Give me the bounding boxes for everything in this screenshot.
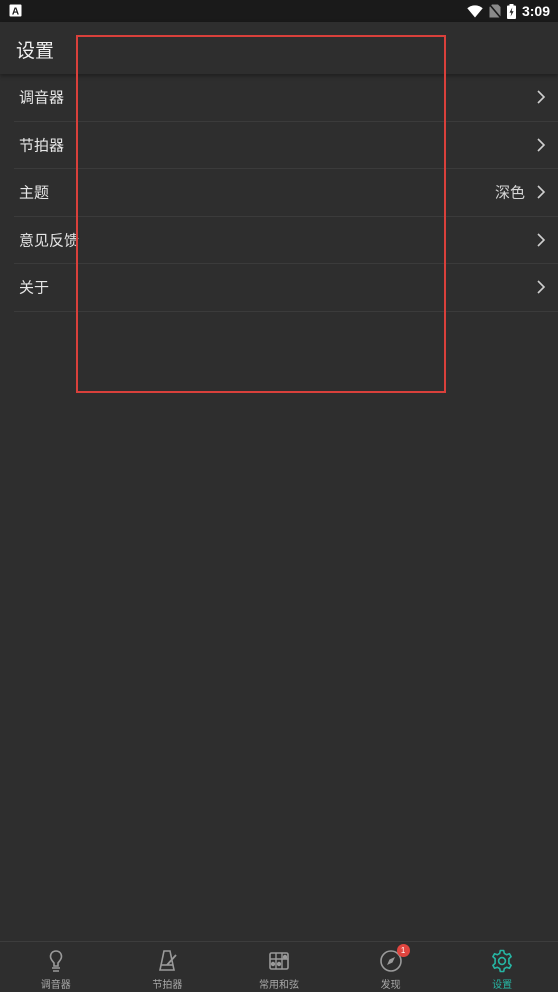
settings-item-label: 主题: [19, 183, 50, 202]
gear-icon: [492, 949, 513, 973]
chevron-right-icon: [537, 90, 546, 104]
wifi-icon: [467, 4, 483, 18]
settings-item-label: 关于: [19, 278, 50, 297]
chevron-right-icon: [537, 280, 546, 294]
nav-label: 节拍器: [152, 980, 183, 991]
chevron-right-icon: [537, 185, 546, 199]
tuner-icon: [49, 950, 63, 972]
nav-label: 调音器: [40, 980, 71, 991]
app-header: 设置: [0, 22, 558, 74]
nav-label: 发现: [380, 980, 401, 991]
settings-item-label: 意见反馈: [19, 231, 80, 250]
settings-item-metronome[interactable]: 节拍器: [14, 122, 558, 169]
settings-item-tuner[interactable]: 调音器: [14, 74, 558, 122]
settings-list: 调音器 节拍器 主题 深色 意见反馈 关于: [0, 74, 558, 312]
nav-item-chords[interactable]: 常用和弦: [223, 942, 335, 992]
nav-item-settings[interactable]: 设置: [446, 942, 558, 992]
chevron-right-icon: [537, 138, 546, 152]
bottom-nav: 调音器 节拍器 常用和弦 1 发现 设置: [0, 941, 558, 992]
svg-text:A: A: [12, 7, 19, 18]
nav-item-metronome[interactable]: 节拍器: [112, 942, 224, 992]
compass-icon-wrap: 1: [378, 944, 410, 974]
settings-item-feedback[interactable]: 意见反馈: [14, 217, 558, 264]
nav-item-discover[interactable]: 1 发现: [335, 942, 447, 992]
settings-item-label: 调音器: [19, 88, 65, 107]
notification-badge: 1: [396, 944, 410, 957]
settings-item-label: 节拍器: [19, 136, 65, 155]
chord-icon: [269, 952, 289, 970]
page-title: 设置: [16, 40, 55, 62]
a-notification-icon: A: [9, 4, 22, 17]
nav-label: 常用和弦: [258, 980, 299, 991]
theme-value: 深色: [494, 183, 525, 202]
nav-label: 设置: [492, 980, 513, 991]
status-bar: A 3:09: [0, 0, 558, 22]
settings-item-theme[interactable]: 主题 深色: [14, 169, 558, 217]
status-time: 3:09: [521, 3, 550, 19]
settings-item-about[interactable]: 关于: [14, 264, 558, 312]
nav-item-tuner[interactable]: 调音器: [0, 942, 112, 992]
chevron-right-icon: [537, 233, 546, 247]
metronome-icon: [159, 950, 178, 971]
no-sim-icon: [488, 4, 501, 18]
battery-charging-icon: [506, 3, 516, 19]
